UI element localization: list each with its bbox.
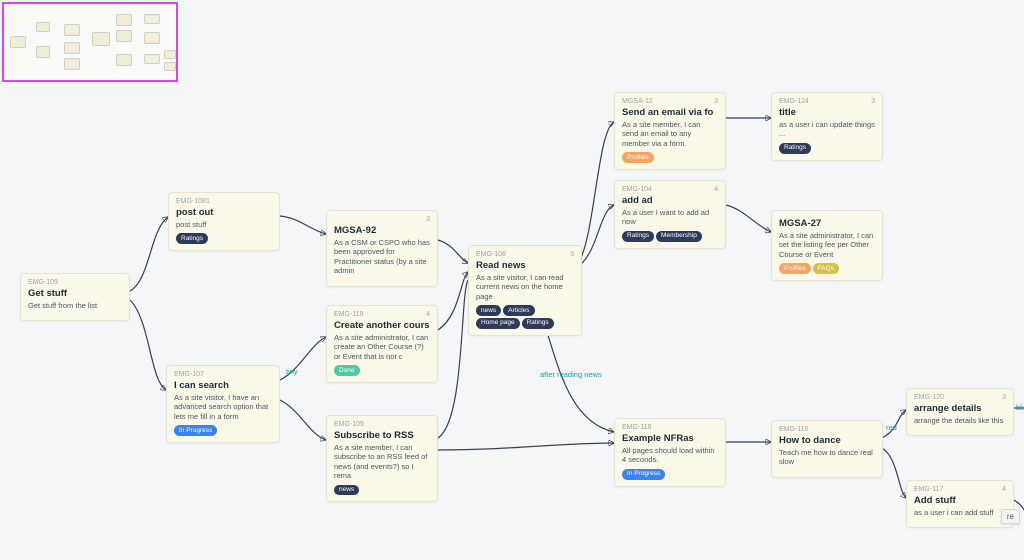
tag-in-progress: In Progress [622, 469, 665, 480]
card-how-to-dance[interactable]: EMG-116 How to dance Teach me how to dan… [771, 420, 883, 478]
card-title: post out [176, 207, 272, 218]
card-id: EMG-117 [914, 486, 943, 493]
card-desc: Get stuff from the list [28, 301, 122, 310]
card-title: How to dance [779, 435, 875, 446]
tag-ratings: Ratings [176, 233, 208, 244]
card-mgsa-27[interactable]: MGSA-27 As a site administrator, I can s… [771, 210, 883, 281]
card-send-email[interactable]: MGSA-12 3 Send an email via fo As a site… [614, 92, 726, 170]
card-count: 4 [714, 186, 718, 193]
card-create-course[interactable]: EMG-119 4 Create another cours As a site… [326, 305, 438, 383]
card-id: EMG-106 [476, 251, 506, 258]
card-title-card[interactable]: EMG-124 3 title as a user i can update t… [771, 92, 883, 161]
card-title: Read news [476, 260, 574, 271]
card-count: 3 [426, 216, 430, 223]
tag-news: news [334, 485, 359, 496]
card-id: EMG-120 [914, 394, 944, 401]
edge-label-blue: blue [1016, 403, 1024, 412]
card-id: EMG-107 [174, 371, 204, 378]
tag-ratings-2: Ratings [522, 318, 554, 329]
card-id: EMG-105 [334, 421, 364, 428]
card-id: EMG-124 [779, 98, 809, 105]
card-post-out[interactable]: EMG-1081 post out post stuff Ratings [168, 192, 280, 251]
tag-news: news [476, 305, 501, 316]
card-get-stuff[interactable]: EMG-109 Get stuff Get stuff from the lis… [20, 273, 130, 321]
card-title: Subscribe to RSS [334, 430, 430, 441]
card-id: EMG-119 [334, 311, 363, 318]
edge-label-red: red [886, 423, 897, 432]
card-count: 4 [426, 311, 430, 318]
card-desc: As a CSM or CSPO who has been approved f… [334, 238, 430, 276]
card-read-news[interactable]: EMG-106 3 Read news As a site visitor, I… [468, 245, 582, 336]
tooltip: re [1001, 509, 1020, 524]
card-count: 4 [1002, 486, 1006, 493]
diagram-canvas[interactable]: tiny after reading news red blue EMG-109… [0, 0, 1024, 560]
card-title: I can search [174, 380, 272, 391]
card-desc: As a site visitor, I can read current ne… [476, 273, 574, 301]
card-add-stuff[interactable]: EMG-117 4 Add stuff as a user i can add … [906, 480, 1014, 528]
tag-ratings: Ratings [779, 143, 811, 154]
card-desc: As a site member, I can subscribe to an … [334, 443, 430, 481]
tag-ratings: Ratings [622, 231, 654, 242]
card-title: Example NFRas [622, 433, 718, 444]
card-count: 3 [1002, 394, 1006, 401]
card-title: MGSA-92 [334, 225, 430, 236]
tag-faqs: FAQs [813, 263, 839, 274]
card-count: 3 [570, 251, 574, 258]
card-id: EMG-118 [622, 424, 651, 431]
edge-label-after-reading: after reading news [540, 370, 602, 379]
card-desc: As a site administrator, I can create an… [334, 333, 430, 361]
minimap[interactable] [2, 2, 178, 82]
card-id: MGSA-12 [622, 98, 653, 105]
card-desc: As a site visitor, I have an advanced se… [174, 393, 272, 421]
edge-label-tiny: tiny [286, 367, 298, 376]
card-title: add ad [622, 195, 718, 206]
tag-membership: Membership [656, 231, 702, 242]
card-subscribe-rss[interactable]: EMG-105 Subscribe to RSS As a site membe… [326, 415, 438, 502]
card-mgsa-92[interactable]: 3 MGSA-92 As a CSM or CSPO who has been … [326, 210, 438, 287]
card-count: 3 [871, 98, 875, 105]
card-id: EMG-116 [779, 426, 808, 433]
card-title: arrange details [914, 403, 1006, 414]
tag-home-page: Home page [476, 318, 520, 329]
card-title: Send an email via fo [622, 107, 718, 118]
card-desc: post stuff [176, 220, 272, 229]
card-desc: as a user i can add stuff [914, 508, 1006, 517]
card-title: Get stuff [28, 288, 122, 299]
card-title: Add stuff [914, 495, 1006, 506]
card-i-can-search[interactable]: EMG-107 I can search As a site visitor, … [166, 365, 280, 443]
card-example-nfras[interactable]: EMG-118 Example NFRas All pages should l… [614, 418, 726, 487]
card-title: MGSA-27 [779, 218, 875, 229]
tag-profiles: Profiles [779, 263, 811, 274]
card-id: EMG-109 [28, 279, 58, 286]
card-desc: as a user i can update things ... [779, 120, 875, 139]
card-title: title [779, 107, 875, 118]
tag-articles: Articles [503, 305, 534, 316]
card-desc: As a site member, I can send an email to… [622, 120, 718, 148]
tag-done: Done [334, 365, 360, 376]
card-desc: Teach me how to dance real slow [779, 448, 875, 467]
card-desc: As a site administrator, I can set the l… [779, 231, 875, 259]
card-add-ad[interactable]: EMG-104 4 add ad As a user I want to add… [614, 180, 726, 249]
card-desc: All pages should load within 4 seconds. [622, 446, 718, 465]
tag-profiles: Profiles [622, 152, 654, 163]
card-count: 3 [714, 98, 718, 105]
card-title: Create another cours [334, 320, 430, 331]
card-id: EMG-104 [622, 186, 652, 193]
card-desc: As a user I want to add ad now [622, 208, 718, 227]
tag-in-progress: In Progress [174, 425, 217, 436]
card-desc: arrange the details like this [914, 416, 1006, 425]
card-id: EMG-1081 [176, 198, 210, 205]
card-arrange-details[interactable]: EMG-120 3 arrange details arrange the de… [906, 388, 1014, 436]
